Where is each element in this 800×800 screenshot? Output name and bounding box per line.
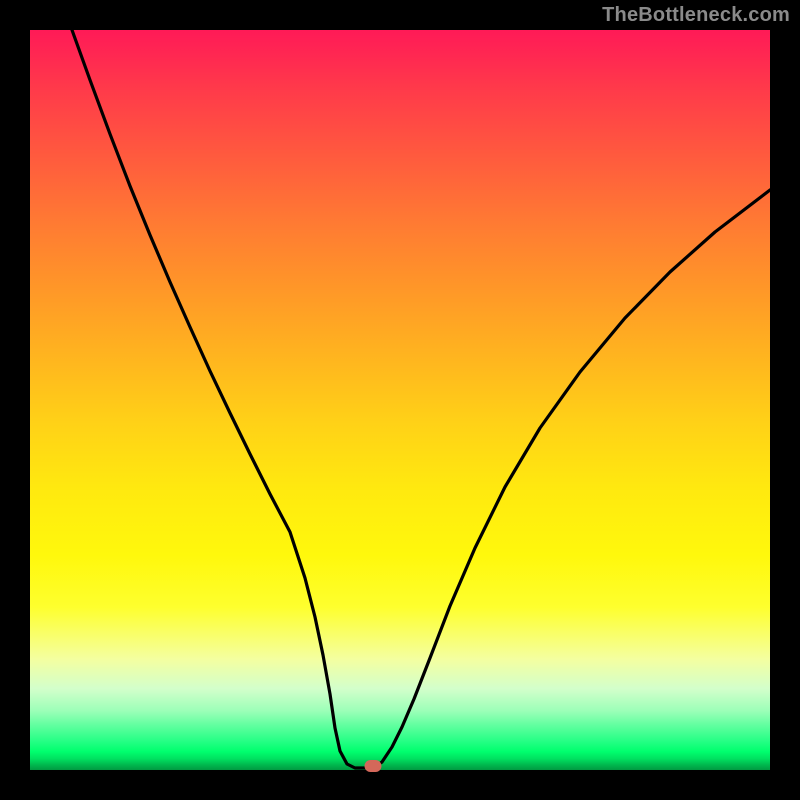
chart-frame: TheBottleneck.com: [0, 0, 800, 800]
plot-area: [30, 30, 770, 770]
minimum-marker: [365, 760, 382, 772]
watermark-text: TheBottleneck.com: [602, 4, 790, 27]
curve-svg: [30, 30, 770, 770]
bottleneck-curve: [72, 30, 770, 768]
